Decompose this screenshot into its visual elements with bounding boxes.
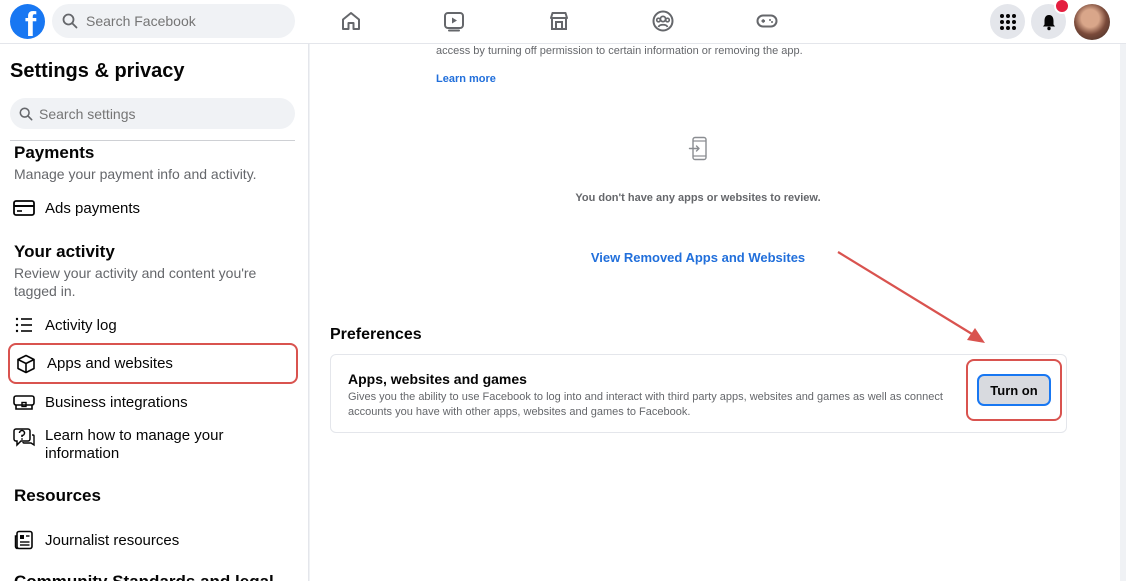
apps-websites-games-card: Apps, websites and games Gives you the a… [330,354,1067,433]
home-icon[interactable] [338,8,364,34]
sidebar-item-label: Ads payments [45,199,141,217]
settings-sidebar: Settings & privacy Payments Manage your … [0,44,309,581]
cube-icon [15,353,37,375]
card-title: Apps, websites and games [348,371,527,387]
groups-icon[interactable] [650,8,676,34]
card-description: Gives you the ability to use Facebook to… [348,391,943,418]
settings-search-input[interactable] [39,105,279,122]
top-bar: f [0,0,1126,44]
marketplace-icon[interactable] [546,8,572,34]
help-icon [13,427,35,449]
sidebar-item-manage-information[interactable]: Learn how to manage your information [8,425,298,465]
learn-more-link[interactable]: Learn more [436,73,496,85]
facebook-search-input[interactable] [86,13,276,29]
section-title-activity: Your activity [14,242,115,261]
facebook-search[interactable] [52,4,295,38]
sidebar-divider [10,140,295,141]
facebook-logo[interactable]: f [10,4,45,39]
sidebar-item-business-integrations[interactable]: Business integrations [8,382,298,422]
newspaper-icon [13,529,35,551]
sidebar-item-journalist-resources[interactable]: Journalist resources [8,520,298,560]
search-icon [19,107,33,120]
scrollbar[interactable] [1121,44,1126,581]
bell-icon [1042,14,1055,30]
notification-badge [1054,0,1070,14]
view-removed-apps-link[interactable]: View Removed Apps and Websites [580,250,816,265]
apps-description: access by turning off permission to cert… [436,45,803,57]
menu-button[interactable] [990,4,1025,39]
grid-menu-icon [999,13,1016,30]
sidebar-item-label: Activity log [45,316,117,334]
settings-search[interactable] [10,98,295,129]
business-icon [13,391,35,413]
sidebar-item-label: Learn how to manage your information [45,427,224,462]
turn-on-highlight: Turn on [966,359,1062,421]
preferences-title: Preferences [330,326,422,343]
turn-on-button[interactable]: Turn on [977,374,1051,406]
sidebar-item-label: Apps and websites [47,355,173,372]
card-icon [13,197,35,219]
gaming-icon[interactable] [754,8,780,34]
sidebar-title: Settings & privacy [10,60,185,82]
section-title-payments: Payments [14,143,95,162]
sidebar-item-activity-log[interactable]: Activity log [8,305,298,345]
sidebar-item-ads-payments[interactable]: Ads payments [8,188,298,228]
section-desc-activity: Review your activity and content you're … [14,265,257,299]
profile-avatar[interactable] [1074,4,1110,40]
empty-state-text: You don't have any apps or websites to r… [575,192,821,204]
sidebar-item-apps-and-websites[interactable]: Apps and websites [8,343,298,384]
section-title-resources: Resources [14,486,101,505]
list-icon [13,314,35,336]
main-content: access by turning off permission to cert… [310,44,1120,581]
watch-icon[interactable] [441,8,467,34]
section-desc-payments: Manage your payment info and activity. [14,166,257,182]
sidebar-item-label: Journalist resources [45,531,180,549]
phone-login-icon [688,136,710,162]
search-icon [62,13,78,29]
notifications-button[interactable] [1031,0,1070,39]
section-title-community-standards: Community Standards and legal [14,572,274,581]
sidebar-item-label: Business integrations [45,393,188,411]
